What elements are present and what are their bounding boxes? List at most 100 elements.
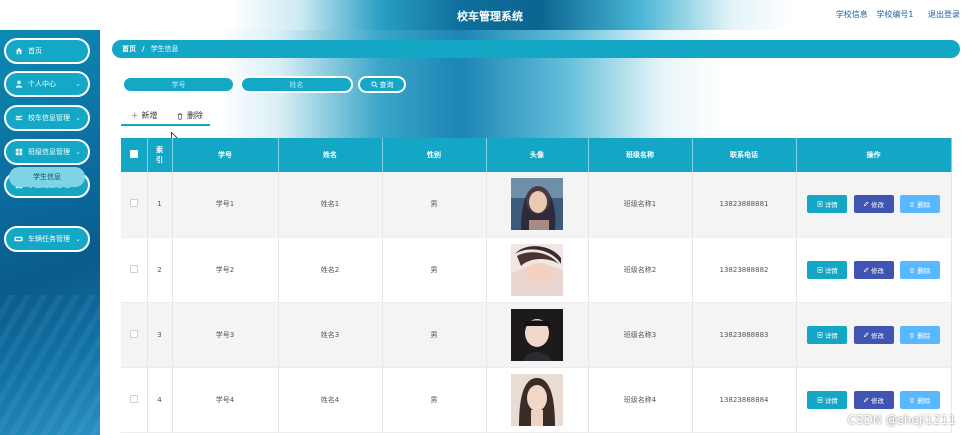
cell-index: 3 xyxy=(147,302,173,368)
select-all-checkbox[interactable] xyxy=(129,150,138,158)
edit-button[interactable]: 修改 xyxy=(853,325,894,344)
detail-button-label: 详情 xyxy=(824,331,838,340)
breadcrumb-current: 学生信息 xyxy=(150,45,179,53)
delete-button-label: 删除 xyxy=(917,266,931,275)
trash-icon xyxy=(910,333,915,338)
cell-gender: 男 xyxy=(382,172,487,238)
cell-student-id: 学号3 xyxy=(172,302,279,368)
edit-button[interactable]: 修改 xyxy=(853,260,894,279)
delete-button[interactable]: 删除 xyxy=(899,260,940,279)
cell-phone: 13823888883 xyxy=(692,302,797,368)
cell-class-name: 班级名称4 xyxy=(588,367,693,433)
detail-button[interactable]: 详情 xyxy=(807,390,848,409)
top-bar: 校车管理系统 学校信息 学校编号1 退出登录 xyxy=(0,0,970,30)
edit-icon xyxy=(863,331,869,337)
document-icon xyxy=(817,396,823,403)
select-all-header xyxy=(121,138,148,172)
student-table: 索引 学号 姓名 性别 头像 班级名称 联系电话 操作 1 学号1 姓名1 男 xyxy=(121,138,952,433)
search-icon xyxy=(370,81,378,88)
detail-button[interactable]: 详情 xyxy=(807,195,848,214)
chevron-down-icon: ⌄ xyxy=(75,235,81,243)
detail-button-label: 详情 xyxy=(824,396,838,405)
table-row: 3 学号3 姓名3 男 班级名称3 13823888883 详情 修改 删除 xyxy=(121,302,952,368)
query-button[interactable]: 查询 xyxy=(358,76,406,93)
cell-student-id: 学号4 xyxy=(172,367,279,433)
cell-phone: 13823888884 xyxy=(692,367,797,433)
sidebar-item-label: 校车信息管理 xyxy=(28,114,70,122)
sidebar-item-vehicle-task[interactable]: 车辆任务管理 ⌄ xyxy=(4,226,90,252)
edit-icon xyxy=(863,396,869,402)
cell-avatar xyxy=(486,237,589,303)
avatar xyxy=(511,308,563,361)
chevron-down-icon: ⌄ xyxy=(75,114,81,122)
row-checkbox[interactable] xyxy=(129,329,138,338)
trash-icon xyxy=(177,112,183,120)
row-checkbox[interactable] xyxy=(129,394,138,403)
delete-button[interactable]: 删除 xyxy=(899,195,940,214)
edit-button[interactable]: 修改 xyxy=(853,195,894,214)
trash-icon xyxy=(910,202,915,207)
batch-delete-button[interactable]: 删除 xyxy=(176,110,203,121)
cell-operations: 详情 修改 删除 xyxy=(796,172,952,238)
detail-button[interactable]: 详情 xyxy=(807,325,848,344)
avatar xyxy=(511,178,563,231)
cell-index: 1 xyxy=(147,172,173,238)
delete-button[interactable]: 删除 xyxy=(899,325,940,344)
school-info-label: 学校信息 xyxy=(835,10,868,19)
sidebar-subitem-student-info[interactable]: 学生信息 xyxy=(9,167,85,187)
cell-student-id: 学号1 xyxy=(172,172,279,238)
cell-class-name: 班级名称2 xyxy=(588,237,693,303)
sidebar-item-label: 车辆任务管理 xyxy=(28,235,70,243)
trash-icon xyxy=(910,268,915,273)
table-row: 1 学号1 姓名1 男 班级名称1 13823888881 详情 修改 删除 xyxy=(121,172,952,238)
column-header-operation: 操作 xyxy=(796,138,952,172)
sidebar-item-home[interactable]: 首页 xyxy=(4,38,90,64)
cell-index: 4 xyxy=(147,367,173,433)
sidebar-item-class-info[interactable]: 班级信息管理 ⌄ xyxy=(4,139,90,165)
document-icon xyxy=(817,201,823,207)
cell-gender: 男 xyxy=(382,237,487,303)
breadcrumb-home[interactable]: 首页 xyxy=(122,44,136,54)
edit-button-label: 修改 xyxy=(871,201,884,210)
sidebar-item-personal-center[interactable]: 个人中心 ⌄ xyxy=(4,71,90,97)
delete-button-label: 删除 xyxy=(917,396,931,405)
document-icon xyxy=(817,266,823,273)
watermark: CSDN @sheji1211 xyxy=(847,413,956,427)
edit-button-label: 修改 xyxy=(871,266,884,275)
logout-link[interactable]: 退出登录 xyxy=(928,10,960,19)
cell-phone: 13823888882 xyxy=(692,237,797,303)
delete-button[interactable]: 删除 xyxy=(899,390,940,409)
column-header-index: 索引 xyxy=(147,138,173,172)
name-search-input[interactable] xyxy=(240,76,353,93)
row-checkbox-cell xyxy=(121,302,148,368)
breadcrumb: 首页 / 学生信息 xyxy=(112,40,960,58)
home-icon xyxy=(14,47,23,56)
cell-phone: 13823888881 xyxy=(692,172,797,238)
grid-icon xyxy=(14,148,23,157)
column-header-gender: 性别 xyxy=(382,138,487,172)
cell-class-name: 班级名称3 xyxy=(588,302,693,368)
add-button[interactable]: + 新增 xyxy=(131,110,158,121)
sidebar-item-label: 首页 xyxy=(28,47,42,55)
bus-icon xyxy=(14,114,23,123)
school-id-label: 学校编号1 xyxy=(876,10,914,19)
delete-button-label: 删除 xyxy=(917,331,931,340)
edit-icon xyxy=(863,201,869,207)
sidebar-item-bus-info[interactable]: 校车信息管理 ⌄ xyxy=(4,105,90,131)
trash-icon xyxy=(910,398,915,403)
avatar xyxy=(511,243,563,296)
plus-icon: + xyxy=(131,110,139,121)
edit-button-label: 修改 xyxy=(871,331,884,340)
user-icon xyxy=(14,80,23,89)
student-id-search-input[interactable] xyxy=(122,76,235,93)
row-checkbox[interactable] xyxy=(129,199,138,208)
edit-icon xyxy=(863,266,869,272)
edit-button[interactable]: 修改 xyxy=(853,390,894,409)
actions-tab-underline xyxy=(121,124,210,126)
row-checkbox[interactable] xyxy=(129,264,138,273)
column-header-avatar: 头像 xyxy=(486,138,589,172)
column-header-phone: 联系电话 xyxy=(692,138,797,172)
detail-button-label: 详情 xyxy=(824,266,838,275)
cell-operations: 详情 修改 删除 xyxy=(796,302,952,368)
detail-button[interactable]: 详情 xyxy=(807,260,848,279)
